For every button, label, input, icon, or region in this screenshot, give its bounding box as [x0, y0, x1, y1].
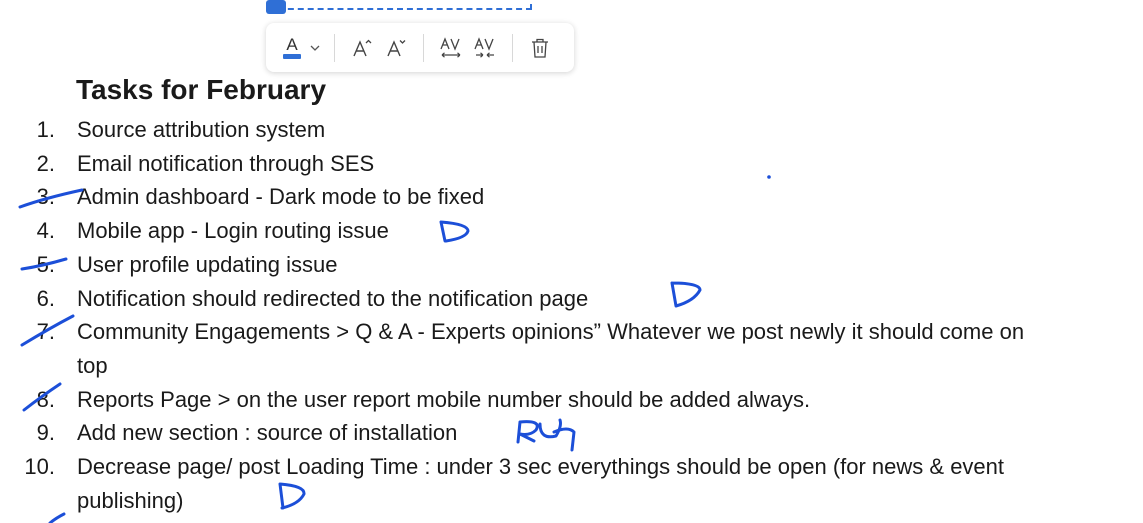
task-number: 1. [36, 117, 55, 142]
increase-font-size-icon [353, 39, 372, 56]
task-item-4[interactable]: 4. Mobile app - Login routing issue [0, 214, 1100, 248]
expand-character-spacing-icon [440, 36, 461, 58]
task-text: Community Engagements > Q & A - Experts … [77, 319, 1025, 378]
toolbar-divider [423, 33, 424, 62]
task-number: 6. [36, 285, 55, 311]
task-number: 5. [36, 251, 55, 277]
task-number: 3. [36, 184, 55, 210]
task-item-1[interactable]: 1. Source attribution system [0, 113, 1100, 147]
task-item-2[interactable]: 2. Email notification through SES [0, 147, 1100, 181]
selection-frame [268, 0, 532, 10]
task-list: 1. Source attribution system 2. Email noti… [0, 113, 1100, 517]
note-title[interactable]: Tasks for February [76, 72, 326, 108]
task-text: Source attribution system [77, 117, 326, 142]
task-item-3[interactable]: 3. Admin dashboard - Dark mode to be fixe… [0, 180, 1100, 214]
task-text: User profile updating issue [77, 251, 338, 277]
toolbar-divider [512, 33, 513, 62]
task-text: Add new section : source of installation [77, 420, 458, 446]
task-text: Mobile app - Login routing issue [77, 218, 389, 244]
condense-character-spacing-icon [474, 36, 494, 58]
font-color-swatch [283, 54, 301, 59]
task-text: Decrease page/ post Loading Time : under… [77, 454, 1005, 513]
task-item-6[interactable]: 6. Notification should redirected to the … [0, 282, 1100, 316]
task-text: Admin dashboard - Dark mode to be fixed [77, 184, 485, 210]
task-text: Notification should redirected to the no… [77, 285, 589, 311]
decrease-font-size-button[interactable] [379, 32, 413, 64]
selection-handle[interactable] [266, 0, 286, 14]
task-text: Reports Page > on the user report mobile… [77, 386, 811, 412]
task-item-5[interactable]: 5. User profile updating issue [0, 248, 1100, 282]
task-number: 9. [36, 420, 55, 446]
task-number: 2. [36, 150, 55, 176]
font-color-dropdown-button[interactable] [306, 32, 324, 64]
font-color-button[interactable]: A [278, 32, 306, 64]
font-color-icon: A [286, 35, 298, 54]
task-number: 10. [24, 454, 55, 480]
task-item-7[interactable]: 7. Community Engagements > Q & A - Expert… [0, 315, 1100, 382]
task-number: 8. [36, 386, 55, 412]
task-item-9[interactable]: 9. Add new section : source of installati… [0, 416, 1100, 450]
task-text: Email notification through SES [77, 150, 375, 176]
trash-icon [532, 38, 548, 58]
note-canvas[interactable]: A Tasks for February 1. Source attributi… [0, 0, 1143, 523]
text-format-toolbar: A [266, 23, 574, 72]
task-number: 4. [36, 218, 55, 244]
increase-font-size-button[interactable] [345, 32, 379, 64]
condense-spacing-button[interactable] [468, 32, 502, 64]
delete-button[interactable] [523, 32, 557, 64]
task-item-8[interactable]: 8. Reports Page > on the user report mobi… [0, 383, 1100, 417]
task-item-10[interactable]: 10. Decrease page/ post Loading Time : un… [0, 450, 1100, 517]
chevron-down-icon [310, 45, 320, 51]
decrease-font-size-icon [387, 39, 406, 56]
task-number: 7. [36, 319, 55, 345]
expand-spacing-button[interactable] [434, 32, 468, 64]
toolbar-divider [334, 33, 335, 62]
